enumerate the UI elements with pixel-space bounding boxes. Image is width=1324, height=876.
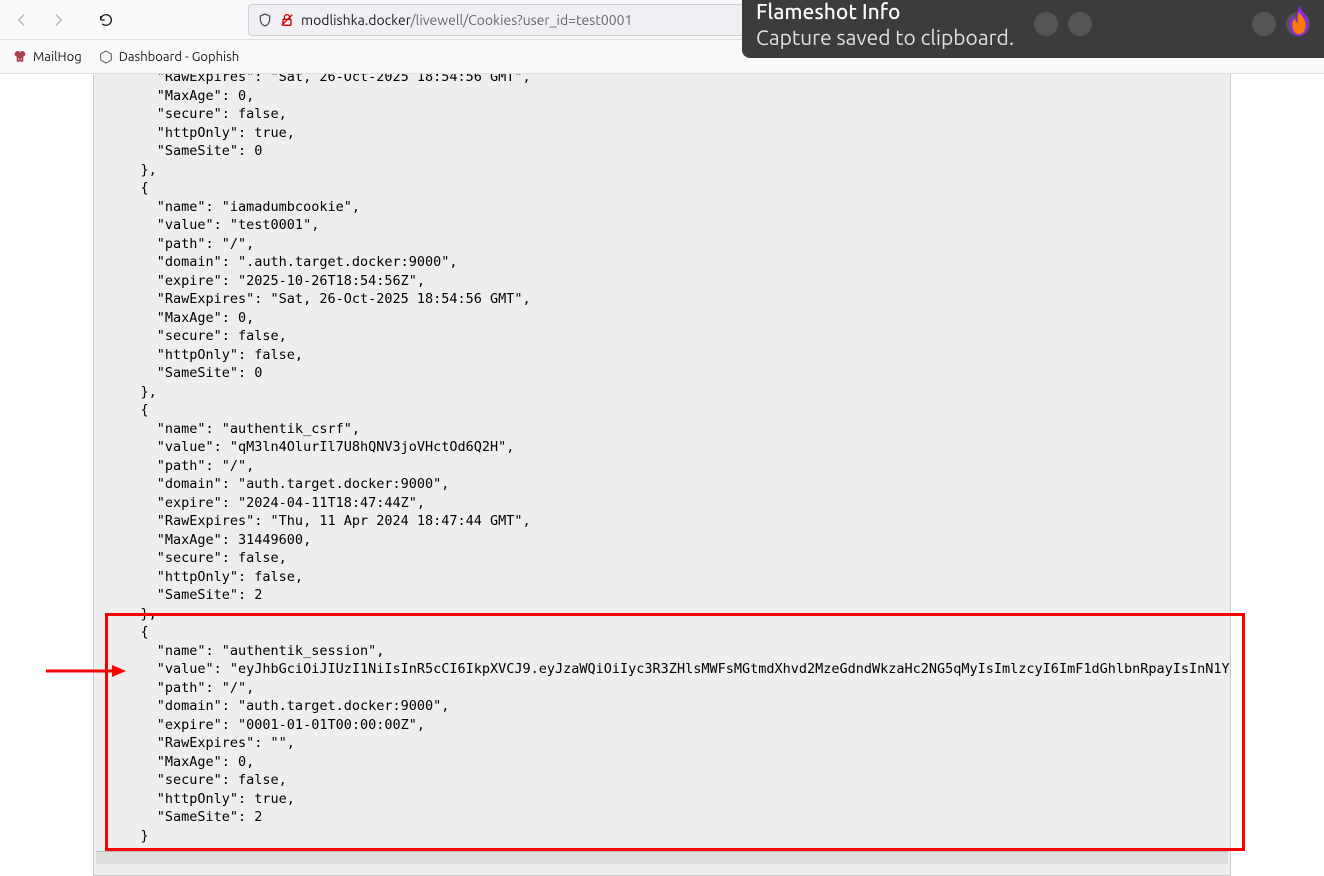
notification-action-2[interactable] [1068, 12, 1092, 36]
bookmark-label: Dashboard - Gophish [119, 50, 240, 64]
gophish-icon [98, 49, 114, 65]
insecure-icon [279, 12, 295, 28]
bookmark-label: MailHog [33, 50, 82, 64]
flameshot-icon [1280, 2, 1318, 40]
notification-title: Flameshot Info [756, 0, 1014, 23]
mailhog-icon [12, 49, 28, 65]
notification-body: Capture saved to clipboard. [756, 25, 1014, 49]
url-text: modlishka.docker/livewell/Cookies?user_i… [301, 12, 632, 28]
reload-button[interactable] [92, 6, 120, 34]
page-content: "RawExpires": "Sat, 26-Oct-2025 18:54:56… [0, 74, 1324, 876]
system-notification[interactable]: Flameshot Info Capture saved to clipboar… [742, 0, 1324, 58]
notification-action-1[interactable] [1034, 12, 1058, 36]
bookmark-mailhog[interactable]: MailHog [12, 49, 82, 65]
back-button[interactable] [8, 6, 36, 34]
shield-icon [257, 12, 273, 28]
bookmark-gophish[interactable]: Dashboard - Gophish [98, 49, 240, 65]
json-text[interactable]: "RawExpires": "Sat, 26-Oct-2025 18:54:56… [94, 74, 1230, 864]
json-display: "RawExpires": "Sat, 26-Oct-2025 18:54:56… [93, 74, 1231, 876]
notification-action-3[interactable] [1252, 12, 1276, 36]
address-bar[interactable]: modlishka.docker/livewell/Cookies?user_i… [248, 4, 778, 36]
notification-actions [1034, 12, 1092, 36]
forward-button[interactable] [44, 6, 72, 34]
